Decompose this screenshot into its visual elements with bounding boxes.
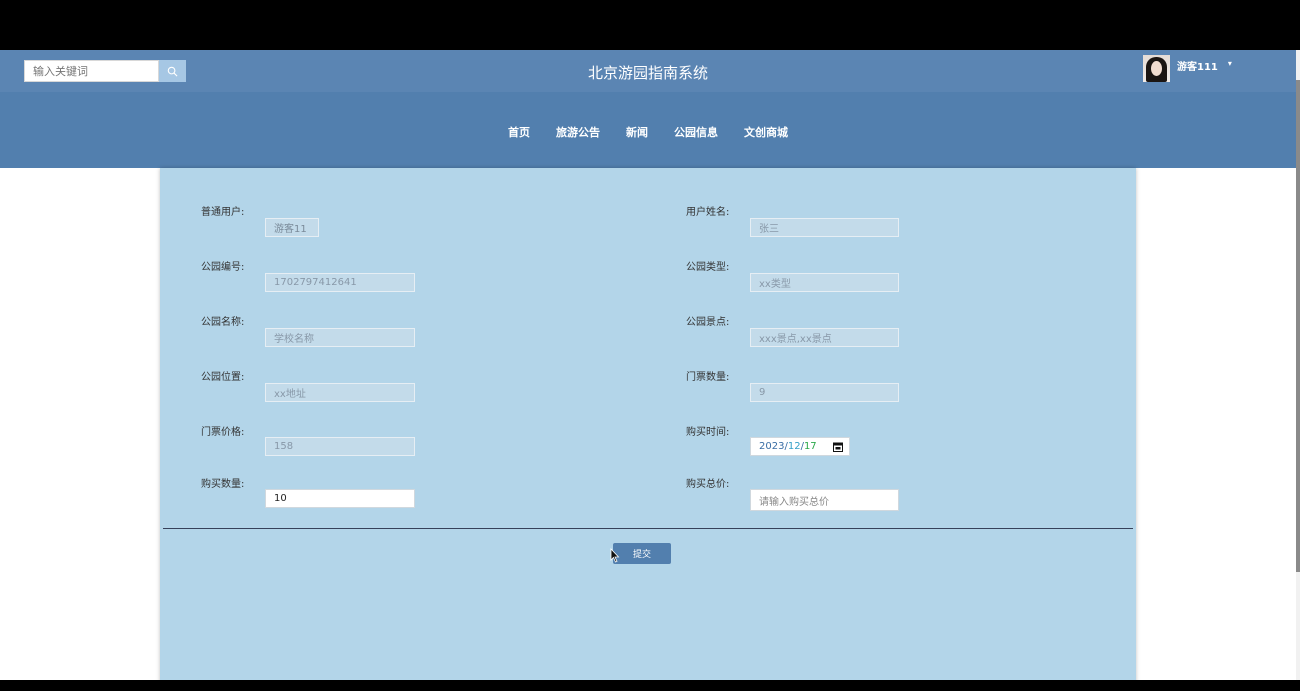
date-day[interactable]: 17 [804,441,817,452]
nav-item-park-info[interactable]: 公园信息 [674,124,718,140]
username-field[interactable]: 张三 [750,218,899,237]
park-location-label: 公园位置: [201,372,245,383]
chevron-down-icon[interactable]: ▾ [1228,59,1232,68]
page-viewport: 北京游园指南系统 游客111 ▾ 首页 旅游公告 新闻 公园信息 文创商城 普通… [0,50,1300,680]
total-price-label: 购买总价: [686,479,730,490]
scrollbar[interactable] [1296,50,1300,680]
buy-qty-field[interactable]: 10 [265,489,415,508]
buy-qty-label: 购买数量: [201,479,245,490]
submit-button[interactable]: 提交 [613,543,671,564]
park-location-field[interactable]: xx地址 [265,383,415,402]
date-month[interactable]: 12 [788,441,801,452]
calendar-icon[interactable] [833,442,843,452]
park-type-label: 公园类型: [686,262,730,273]
avatar[interactable] [1143,55,1170,82]
user-field[interactable]: 游客11 [265,218,319,237]
mouse-cursor-icon [610,548,620,563]
ticket-qty-label: 门票数量: [686,372,730,383]
user-label: 普通用户: [201,207,245,218]
buy-time-label: 购买时间: [686,427,730,438]
nav-item-announcements[interactable]: 旅游公告 [556,124,600,140]
top-header-bar: 北京游园指南系统 游客111 ▾ [0,50,1296,92]
site-title: 北京游园指南系统 [587,64,708,82]
form-divider [163,528,1133,529]
order-form-panel: 普通用户: 游客11 用户姓名: 张三 公园编号: 1702797412641 … [160,168,1136,680]
park-type-field[interactable]: xx类型 [750,273,899,292]
park-spots-label: 公园景点: [686,317,730,328]
park-no-field[interactable]: 1702797412641 [265,273,415,292]
ticket-price-field[interactable]: 158 [265,437,415,456]
ticket-qty-field[interactable]: 9 [750,383,899,402]
nav-item-shop[interactable]: 文创商城 [744,124,788,140]
username-label: 用户姓名: [686,207,730,218]
main-navbar: 首页 旅游公告 新闻 公园信息 文创商城 [0,92,1296,168]
user-menu[interactable]: 游客111 ▾ [1143,55,1232,83]
park-name-field[interactable]: 学校名称 [265,328,415,347]
nav-item-home[interactable]: 首页 [508,124,530,140]
user-name[interactable]: 游客111 [1177,58,1218,73]
nav-item-news[interactable]: 新闻 [626,124,648,140]
park-name-label: 公园名称: [201,317,245,328]
scrollbar-thumb[interactable] [1296,80,1300,572]
park-spots-field[interactable]: xxx景点,xx景点 [750,328,899,347]
nav-menu: 首页 旅游公告 新闻 公园信息 文创商城 [0,124,1296,140]
total-price-field[interactable]: 请输入购买总价 [750,489,899,511]
date-year[interactable]: 2023 [759,441,784,452]
buy-time-date-input[interactable]: 2023/12/17 [750,437,850,456]
ticket-price-label: 门票价格: [201,427,245,438]
park-no-label: 公园编号: [201,262,245,273]
